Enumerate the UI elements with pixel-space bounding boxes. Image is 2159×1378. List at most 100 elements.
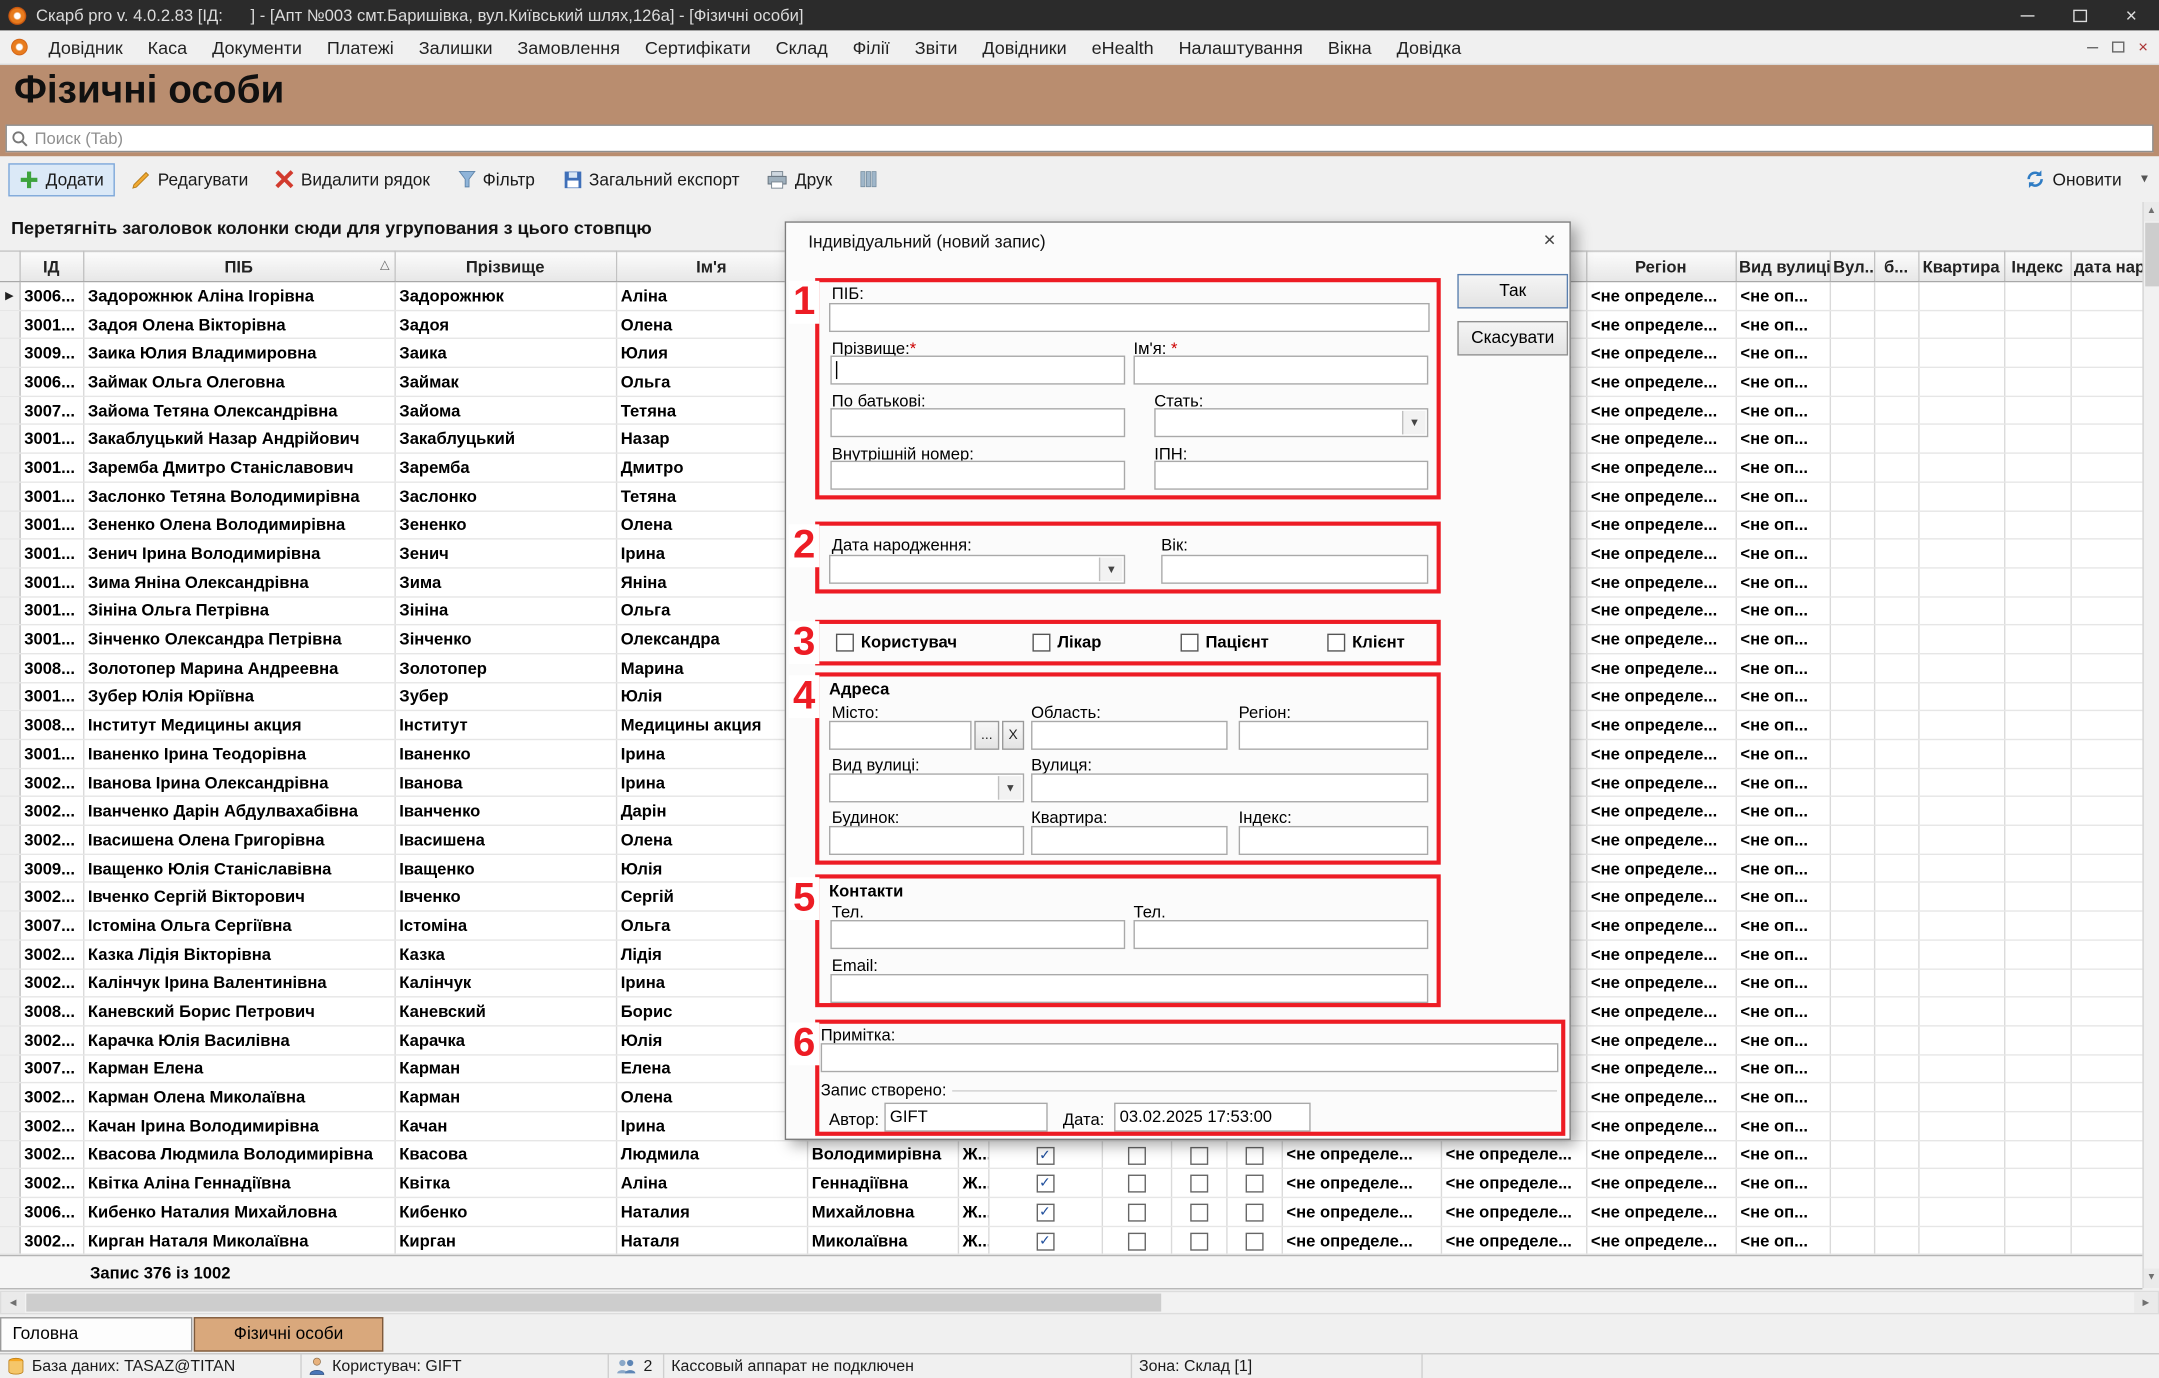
- checkbox-icon[interactable]: [1190, 1175, 1208, 1193]
- checkbox-icon[interactable]: [1190, 1204, 1208, 1222]
- menu-item[interactable]: Склад: [763, 31, 840, 63]
- menu-item[interactable]: Довідка: [1384, 31, 1474, 63]
- cell-flag[interactable]: ✓: [988, 1197, 1101, 1226]
- col-name[interactable]: Ім'я: [616, 251, 807, 281]
- horizontal-scrollbar[interactable]: ◄ ►: [0, 1291, 2159, 1315]
- col-apartment[interactable]: Квартира: [1918, 251, 2004, 281]
- scroll-left-icon[interactable]: ◄: [1, 1292, 25, 1313]
- created-date-field[interactable]: 03.02.2025 17:53:00: [1114, 1103, 1311, 1132]
- cell-flag[interactable]: [1102, 1140, 1171, 1169]
- flag-checkbox-2[interactable]: Лікар: [1032, 632, 1101, 651]
- flag-checkbox-4[interactable]: Клієнт: [1327, 632, 1405, 651]
- cell-flag[interactable]: [1102, 1226, 1171, 1255]
- checkbox-icon[interactable]: [1327, 633, 1345, 651]
- cell-flag[interactable]: ✓: [988, 1140, 1101, 1169]
- columns-button[interactable]: [849, 163, 889, 195]
- email-field[interactable]: [830, 974, 1428, 1003]
- note-field[interactable]: [821, 1043, 1559, 1072]
- col-street[interactable]: Вул...: [1830, 251, 1874, 281]
- menu-item[interactable]: Звіти: [902, 31, 970, 63]
- col-surname[interactable]: Прізвище: [394, 251, 615, 281]
- surname-field[interactable]: [830, 356, 1125, 385]
- street-type-select[interactable]: ▼: [829, 773, 1024, 802]
- ok-button[interactable]: Так: [1457, 274, 1568, 309]
- city-browse-button[interactable]: ...: [974, 721, 999, 750]
- menu-item[interactable]: Довідники: [970, 31, 1079, 63]
- birth-date-select[interactable]: ▼: [829, 555, 1125, 584]
- mdi-minimize-icon[interactable]: [2087, 46, 2098, 47]
- col-region[interactable]: Регіон: [1586, 251, 1735, 281]
- checkbox-icon[interactable]: [1245, 1232, 1263, 1250]
- checkbox-icon[interactable]: [836, 633, 854, 651]
- col-b[interactable]: б...: [1874, 251, 1918, 281]
- menu-item[interactable]: Платежі: [314, 31, 406, 63]
- checkbox-checked-icon[interactable]: ✓: [1036, 1232, 1054, 1250]
- grid-corner[interactable]: [0, 251, 19, 281]
- ipn-field[interactable]: [1154, 461, 1428, 490]
- tab-individuals[interactable]: Фізичні особи: [194, 1317, 384, 1352]
- cell-flag[interactable]: [1226, 1226, 1281, 1255]
- edit-button[interactable]: Редагувати: [120, 163, 259, 196]
- cell-flag[interactable]: [1171, 1140, 1226, 1169]
- menu-item[interactable]: Документи: [200, 31, 315, 63]
- search-box[interactable]: [6, 125, 2154, 153]
- index-field[interactable]: [1239, 826, 1429, 855]
- menu-item[interactable]: Залишки: [406, 31, 505, 63]
- checkbox-icon[interactable]: [1127, 1232, 1145, 1250]
- tel2-field[interactable]: [1133, 920, 1428, 949]
- menu-item[interactable]: Довідник: [36, 31, 135, 63]
- checkbox-icon[interactable]: [1127, 1204, 1145, 1222]
- internal-number-field[interactable]: [830, 461, 1125, 490]
- cell-flag[interactable]: [1226, 1140, 1281, 1169]
- apartment-field[interactable]: [1031, 826, 1228, 855]
- cell-flag[interactable]: ✓: [988, 1169, 1101, 1198]
- col-index[interactable]: Індекс: [2004, 251, 2070, 281]
- full-name-field[interactable]: [829, 303, 1430, 332]
- refresh-button[interactable]: Оновити: [2014, 162, 2133, 197]
- checkbox-icon[interactable]: [1127, 1146, 1145, 1164]
- table-row[interactable]: 3006...Кибенко Наталия МихайловнаКибенко…: [0, 1197, 2142, 1226]
- checkbox-icon[interactable]: [1245, 1175, 1263, 1193]
- col-street-type[interactable]: Вид вулиці: [1736, 251, 1830, 281]
- cell-flag[interactable]: [1226, 1169, 1281, 1198]
- menu-item[interactable]: Сертифікати: [632, 31, 763, 63]
- menu-item[interactable]: Вікна: [1315, 31, 1384, 63]
- menu-item[interactable]: Філії: [840, 31, 902, 63]
- cell-flag[interactable]: [1102, 1197, 1171, 1226]
- filter-button[interactable]: Фільтр: [447, 163, 546, 196]
- author-field[interactable]: GIFT: [884, 1103, 1047, 1132]
- sex-select[interactable]: ▼: [1154, 408, 1428, 437]
- flag-checkbox-1[interactable]: Користувач: [836, 632, 957, 651]
- col-birth-date[interactable]: дата наро: [2070, 251, 2142, 281]
- region-field[interactable]: [1239, 721, 1429, 750]
- menu-item[interactable]: eHealth: [1079, 31, 1166, 63]
- mdi-close-icon[interactable]: ×: [2138, 37, 2148, 56]
- cell-flag[interactable]: [1226, 1197, 1281, 1226]
- city-clear-button[interactable]: X: [1002, 721, 1024, 750]
- print-button[interactable]: Друк: [756, 163, 843, 196]
- name-field[interactable]: [1133, 356, 1428, 385]
- checkbox-icon[interactable]: [1032, 633, 1050, 651]
- export-button[interactable]: Загальний експорт: [552, 163, 751, 196]
- building-field[interactable]: [829, 826, 1024, 855]
- tel1-field[interactable]: [830, 920, 1125, 949]
- oblast-field[interactable]: [1031, 721, 1228, 750]
- col-id[interactable]: ІД: [19, 251, 83, 281]
- col-pib[interactable]: ПІБ△: [83, 251, 394, 281]
- dialog-close-icon[interactable]: ×: [1543, 230, 1555, 251]
- table-row[interactable]: 3002...Кирган Наталя МиколаївнаКирганНат…: [0, 1226, 2142, 1255]
- city-field[interactable]: [829, 721, 972, 750]
- checkbox-checked-icon[interactable]: ✓: [1036, 1204, 1054, 1222]
- cell-flag[interactable]: [1171, 1169, 1226, 1198]
- dropdown-arrow-icon[interactable]: ▼: [1402, 411, 1426, 435]
- cell-flag[interactable]: [1102, 1169, 1171, 1198]
- checkbox-checked-icon[interactable]: ✓: [1036, 1175, 1054, 1193]
- checkbox-icon[interactable]: [1190, 1146, 1208, 1164]
- tab-home[interactable]: Головна: [0, 1317, 192, 1352]
- scroll-up-icon[interactable]: ▲: [2144, 202, 2159, 221]
- dropdown-arrow-icon[interactable]: ▼: [998, 776, 1022, 800]
- delete-row-button[interactable]: Видалити рядок: [265, 163, 441, 196]
- checkbox-icon[interactable]: [1181, 633, 1199, 651]
- table-row[interactable]: 3002...Квасова Людмила ВолодимирівнаКвас…: [0, 1140, 2142, 1169]
- hscroll-thumb[interactable]: [26, 1294, 1161, 1312]
